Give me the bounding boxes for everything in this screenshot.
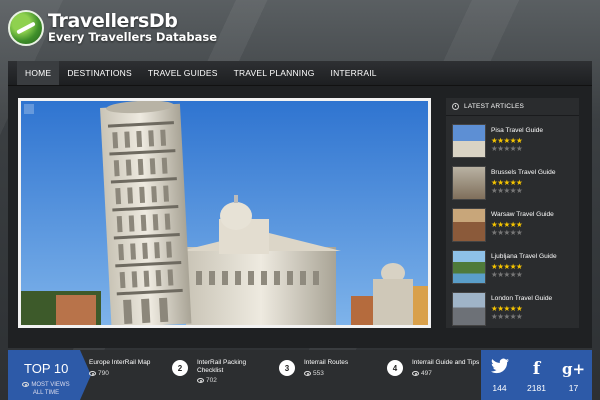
google-plus-icon[interactable]: g+ <box>562 358 585 380</box>
top10-bar: TOP 10 MOST VIEWS ALL TIME Europe InterR… <box>8 350 592 400</box>
article-thumbnail[interactable] <box>452 208 486 242</box>
views-count: 497 <box>421 370 432 377</box>
star-empty-icon: ★ <box>515 312 523 321</box>
site-title: TravellersDb <box>48 10 178 33</box>
googleplus-counter[interactable]: g+ 17 <box>555 350 592 400</box>
main-nav: HOME DESTINATIONS TRAVEL GUIDES TRAVEL P… <box>8 61 592 86</box>
article-title[interactable]: London Travel Guide <box>491 295 552 302</box>
googleplus-count: 17 <box>568 382 579 393</box>
top10-title: TOP 10 <box>24 361 69 376</box>
top10-item-views: 702 <box>197 377 217 384</box>
top10-sub-line1: MOST VIEWS <box>31 382 70 388</box>
nav-destinations[interactable]: DESTINATIONS <box>59 61 140 85</box>
twitter-icon[interactable] <box>490 358 509 380</box>
latest-articles-header: LATEST ARTICLES <box>446 98 579 116</box>
top10-item-title[interactable]: Interrail Routes <box>304 359 348 367</box>
top10-item-title-line2[interactable]: Checklist <box>197 367 223 374</box>
article-item[interactable]: Brussels Travel Guide ★ ★ ★ ★ ★ ★ ★ ★ ★ ★ <box>452 166 574 202</box>
twitter-count: 144 <box>492 382 507 393</box>
star-empty-icon: ★ <box>515 270 523 279</box>
site-header: TravellersDb Every Travellers Database <box>0 0 600 60</box>
eye-icon <box>197 377 204 383</box>
eye-icon <box>89 370 96 376</box>
facebook-counter[interactable]: f 2181 <box>518 350 555 400</box>
article-thumbnail[interactable] <box>452 250 486 284</box>
article-title[interactable]: Brussels Travel Guide <box>491 169 556 176</box>
content-panel: LATEST ARTICLES Pisa Travel Guide ★ ★ ★ ★ ★ … <box>8 86 592 348</box>
star-rating-empty: ★ ★ ★ ★ ★ <box>491 187 556 195</box>
star-empty-icon: ★ <box>515 228 523 237</box>
views-count: 790 <box>98 370 109 377</box>
article-title[interactable]: Pisa Travel Guide <box>491 127 543 134</box>
top10-item-title-line1[interactable]: InterRail Packing <box>197 359 246 366</box>
top10-item-title[interactable]: Interrail Guide and Tips <box>412 359 479 367</box>
eye-icon <box>22 381 30 387</box>
nav-home[interactable]: HOME <box>17 61 60 85</box>
pisa-tower-photo <box>21 101 428 325</box>
facebook-icon[interactable]: f <box>533 358 540 380</box>
latest-articles-title: LATEST ARTICLES <box>464 103 525 110</box>
top10-item-views: 790 <box>89 370 109 377</box>
article-title[interactable]: Ljubljana Travel Guide <box>491 253 557 260</box>
nav-travel-guides[interactable]: TRAVEL GUIDES <box>140 61 226 85</box>
views-count: 702 <box>206 377 217 384</box>
star-rating-empty: ★ ★ ★ ★ ★ <box>491 145 543 153</box>
top10-sub-line2: ALL TIME <box>32 390 60 396</box>
article-thumbnail[interactable] <box>452 292 486 326</box>
article-title[interactable]: Warsaw Travel Guide <box>491 211 554 218</box>
views-count: 553 <box>313 370 324 377</box>
site-tagline: Every Travellers Database <box>48 30 218 45</box>
top10-item-views: 497 <box>412 370 432 377</box>
article-thumbnail[interactable] <box>452 124 486 158</box>
eye-icon <box>304 370 311 376</box>
top10-badge: TOP 10 MOST VIEWS ALL TIME <box>8 350 91 400</box>
top10-item-views: 553 <box>304 370 324 377</box>
nav-travel-planning[interactable]: TRAVEL PLANNING <box>226 61 323 85</box>
star-rating-empty: ★ ★ ★ ★ ★ <box>491 313 552 321</box>
rank-badge: 4 <box>387 360 403 376</box>
latest-articles-widget: LATEST ARTICLES Pisa Travel Guide ★ ★ ★ ★ ★ … <box>446 98 579 328</box>
eye-icon <box>412 370 419 376</box>
hero-slider-image[interactable] <box>18 98 431 328</box>
facebook-count: 2181 <box>527 382 546 393</box>
article-item[interactable]: Warsaw Travel Guide ★ ★ ★ ★ ★ ★ ★ ★ ★ ★ <box>452 208 574 244</box>
star-empty-icon: ★ <box>515 144 523 153</box>
star-empty-icon: ★ <box>515 186 523 195</box>
social-counters: 144 f 2181 g+ 17 <box>481 350 592 400</box>
top10-item-title[interactable]: InterRail Packing Checklist <box>197 359 246 375</box>
nav-interrail[interactable]: INTERRAIL <box>323 61 385 85</box>
top10-subtitle: MOST VIEWS ALL TIME <box>16 381 76 397</box>
article-thumbnail[interactable] <box>452 166 486 200</box>
article-item[interactable]: London Travel Guide ★ ★ ★ ★ ★ ★ ★ ★ ★ ★ <box>452 292 574 328</box>
article-item[interactable]: Pisa Travel Guide ★ ★ ★ ★ ★ ★ ★ ★ ★ ★ <box>452 124 574 160</box>
clock-icon <box>452 103 459 110</box>
star-rating-empty: ★ ★ ★ ★ ★ <box>491 229 554 237</box>
rank-badge: 3 <box>279 360 295 376</box>
rank-badge: 2 <box>172 360 188 376</box>
top10-item-title[interactable]: Europe InterRail Map <box>89 359 150 367</box>
twitter-counter[interactable]: 144 <box>481 350 518 400</box>
site-logo[interactable]: TravellersDb Every Travellers Database <box>8 10 217 46</box>
article-item[interactable]: Ljubljana Travel Guide ★ ★ ★ ★ ★ ★ ★ ★ ★ ★ <box>452 250 574 286</box>
star-rating-empty: ★ ★ ★ ★ ★ <box>491 271 557 279</box>
globe-logo-icon <box>8 10 44 46</box>
